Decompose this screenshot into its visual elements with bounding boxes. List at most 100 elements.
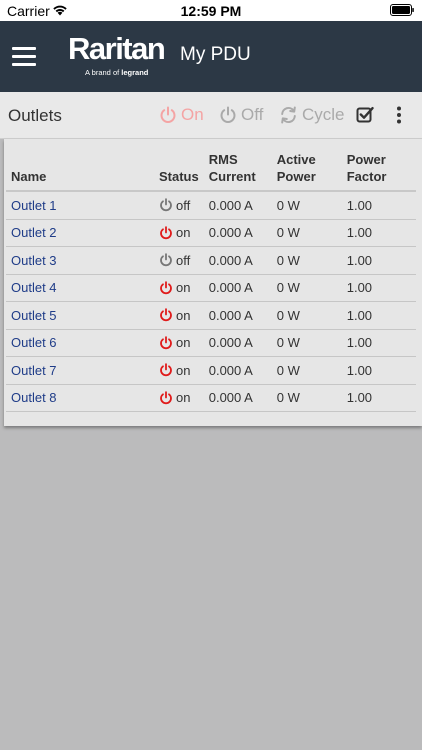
- power-on-label: On: [181, 105, 204, 124]
- status-text: on: [176, 335, 191, 351]
- active-power-cell: 0 W: [271, 301, 342, 330]
- active-power-cell: 0 W: [271, 191, 342, 220]
- pf-header-line1: Power: [346, 152, 386, 167]
- status-text: on: [176, 362, 191, 378]
- power-factor-cell: 1.00: [341, 191, 416, 220]
- outlet-status-cell: off: [154, 246, 204, 275]
- cycle-icon: [281, 106, 296, 124]
- outlet-status-cell: on: [154, 219, 204, 247]
- outlets-toolbar: Outlets On Off Cycle: [0, 92, 422, 139]
- power-cycle-label: Cycle: [302, 105, 345, 124]
- power-factor-cell: 1.00: [341, 246, 416, 275]
- logo-tagline-prefix: A brand of: [85, 68, 120, 77]
- rms-current-cell: 0.000 A: [203, 191, 272, 220]
- logo-text: Raritan: [68, 31, 166, 66]
- outlet-name-link[interactable]: Outlet 7: [6, 356, 154, 385]
- column-header-status[interactable]: Status: [154, 149, 204, 192]
- power-factor-cell: 1.00: [341, 384, 416, 412]
- column-header-active-power[interactable]: Active Power: [271, 149, 342, 192]
- ios-status-bar: Carrier 12:59 PM: [0, 0, 422, 21]
- table-row[interactable]: Outlet 4 on 0.000 A0 W 1.00: [6, 274, 416, 302]
- section-title: Outlets: [8, 106, 62, 125]
- active-power-cell: 0 W: [271, 219, 342, 247]
- battery-icon: [390, 4, 414, 16]
- table-row[interactable]: Outlet 7 on 0.000 A0 W 1.00: [6, 356, 416, 385]
- status-indicator: off: [159, 198, 199, 213]
- status-text: on: [176, 225, 191, 241]
- power-off-button[interactable]: Off: [219, 105, 263, 125]
- power-factor-cell: 1.00: [341, 356, 416, 385]
- rms-current-cell: 0.000 A: [203, 329, 272, 357]
- hamburger-icon[interactable]: [12, 47, 36, 66]
- status-text: on: [176, 307, 191, 323]
- page-title: My PDU: [180, 44, 251, 65]
- outlet-status-cell: on: [154, 356, 204, 385]
- active-header-line2: Power: [276, 169, 316, 184]
- pf-header-line2: Factor: [346, 169, 387, 184]
- table-row[interactable]: Outlet 1 off 0.000 A0 W 1.00: [6, 191, 416, 220]
- power-icon: [220, 106, 236, 123]
- outlet-name-link[interactable]: Outlet 8: [6, 384, 154, 412]
- logo-tagline-brand: legrand: [121, 68, 149, 77]
- status-indicator: on: [159, 363, 199, 378]
- active-power-cell: 0 W: [271, 356, 342, 385]
- table-row[interactable]: Outlet 6 on 0.000 A0 W 1.00: [6, 329, 416, 357]
- active-power-cell: 0 W: [271, 384, 342, 412]
- power-factor-cell: 1.00: [341, 329, 416, 357]
- status-indicator: on: [159, 308, 199, 323]
- checkbox-icon[interactable]: [356, 106, 374, 124]
- active-power-cell: 0 W: [271, 246, 342, 275]
- active-power-cell: 0 W: [271, 329, 342, 357]
- raritan-logo: Raritan A brand of legrand: [68, 33, 168, 79]
- rms-current-cell: 0.000 A: [203, 219, 272, 247]
- power-factor-cell: 1.00: [341, 301, 416, 330]
- outlet-name-link[interactable]: Outlet 5: [6, 301, 154, 330]
- more-vertical-icon[interactable]: [392, 106, 406, 124]
- status-indicator: on: [159, 390, 199, 405]
- outlets-table-card: Name Status RMS Current Active Power Power…: [4, 139, 422, 426]
- column-header-power-factor[interactable]: Power Factor: [341, 149, 416, 192]
- outlet-name-link[interactable]: Outlet 1: [6, 191, 154, 220]
- rms-current-cell: 0.000 A: [203, 301, 272, 330]
- outlet-name-link[interactable]: Outlet 2: [6, 219, 154, 247]
- power-icon: [160, 363, 172, 377]
- outlet-name-link[interactable]: Outlet 3: [6, 246, 154, 275]
- rms-current-cell: 0.000 A: [203, 356, 272, 385]
- status-text: off: [176, 252, 191, 268]
- app-header: Raritan A brand of legrand My PDU: [0, 21, 422, 92]
- table-row[interactable]: Outlet 2 on 0.000 A0 W 1.00: [6, 219, 416, 247]
- outlet-status-cell: on: [154, 329, 204, 357]
- status-text: off: [176, 197, 191, 213]
- table-row[interactable]: Outlet 3 off 0.000 A0 W 1.00: [6, 246, 416, 275]
- column-header-name[interactable]: Name: [6, 149, 154, 192]
- outlet-status-cell: off: [154, 191, 204, 220]
- clock: 12:59 PM: [180, 3, 242, 19]
- rms-header-line2: Current: [208, 169, 256, 184]
- table-header-row: Name Status RMS Current Active Power Power…: [6, 149, 416, 192]
- table-row[interactable]: Outlet 8 on 0.000 A0 W 1.00: [6, 384, 416, 412]
- power-icon: [160, 198, 172, 212]
- column-header-rms-current[interactable]: RMS Current: [203, 149, 272, 192]
- power-cycle-button[interactable]: Cycle: [279, 105, 345, 125]
- power-icon: [160, 226, 172, 239]
- power-on-button[interactable]: On: [159, 105, 204, 125]
- outlet-name-link[interactable]: Outlet 6: [6, 329, 154, 357]
- outlets-table: Name Status RMS Current Active Power Power…: [6, 149, 416, 412]
- logo-tagline: A brand of legrand: [85, 68, 148, 77]
- power-off-label: Off: [241, 105, 264, 124]
- active-header-line1: Active: [276, 152, 316, 167]
- status-text: on: [176, 280, 191, 296]
- outlet-status-cell: on: [154, 274, 204, 302]
- power-icon: [160, 106, 176, 123]
- power-factor-cell: 1.00: [341, 274, 416, 302]
- outlet-name-link[interactable]: Outlet 4: [6, 274, 154, 302]
- rms-current-cell: 0.000 A: [203, 246, 272, 275]
- power-icon: [160, 336, 172, 349]
- table-row[interactable]: Outlet 5 on 0.000 A0 W 1.00: [6, 301, 416, 330]
- outlet-status-cell: on: [154, 301, 204, 330]
- rms-header-line1: RMS: [208, 152, 238, 167]
- power-icon: [160, 308, 172, 322]
- power-factor-cell: 1.00: [341, 219, 416, 247]
- status-indicator: on: [159, 280, 199, 295]
- outlet-status-cell: on: [154, 384, 204, 412]
